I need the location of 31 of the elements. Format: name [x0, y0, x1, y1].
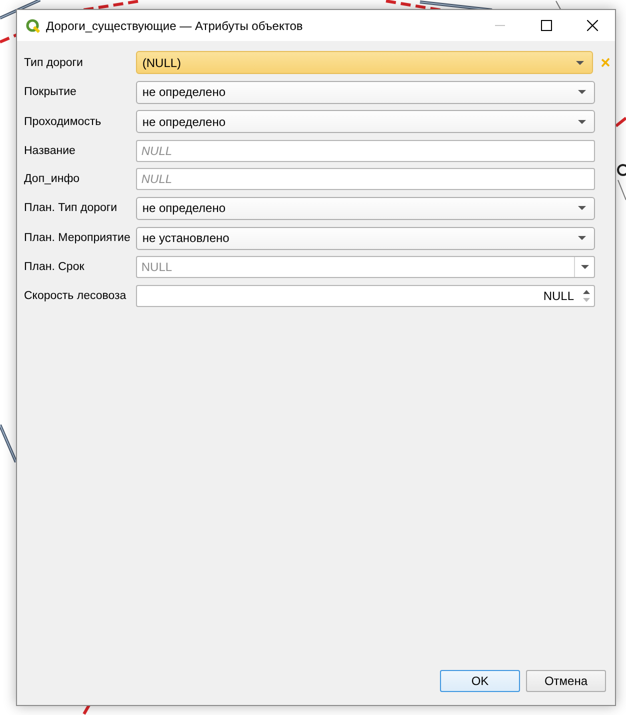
dropdown[interactable]: не определено [136, 110, 595, 134]
caret-icon [578, 120, 586, 124]
field-label: План. Тип дороги [24, 202, 118, 214]
dropdown[interactable]: не определено [136, 80, 595, 104]
field-label: Покрытие [24, 86, 78, 98]
text-field[interactable]: NULL [136, 168, 595, 190]
field-label: Скорость лесовоза [24, 290, 128, 302]
caret-icon [578, 90, 586, 94]
cross-icon [601, 58, 610, 67]
up-arrow-icon[interactable] [582, 290, 590, 294]
field-label: План. Срок [24, 261, 86, 274]
dropdown[interactable]: не определено [136, 196, 595, 220]
caret-icon [578, 236, 586, 240]
field-label: План. Мероприятие [24, 232, 130, 244]
dropdown[interactable]: не установлено [136, 226, 595, 250]
caret-icon [580, 265, 588, 270]
field-label: Тип дороги [24, 56, 84, 68]
maximize-icon[interactable] [540, 20, 552, 31]
caret-icon [576, 60, 584, 64]
window-title: Дороги_существующие — Атрибуты объектов [46, 18, 303, 32]
field-label: Проходимость [24, 116, 102, 128]
caret-icon [578, 206, 586, 210]
dialog-button[interactable]: Отмена [526, 670, 606, 692]
dropdown[interactable]: (NULL) [136, 51, 593, 74]
logo-icon [26, 18, 40, 32]
dialog-button[interactable]: OK [440, 670, 520, 692]
field-label: Название [24, 144, 76, 157]
number-field[interactable]: NULL [136, 284, 595, 307]
field-label: Доп_инфо [24, 173, 81, 186]
text-field[interactable]: NULL [136, 140, 595, 162]
close-icon[interactable] [586, 20, 598, 31]
